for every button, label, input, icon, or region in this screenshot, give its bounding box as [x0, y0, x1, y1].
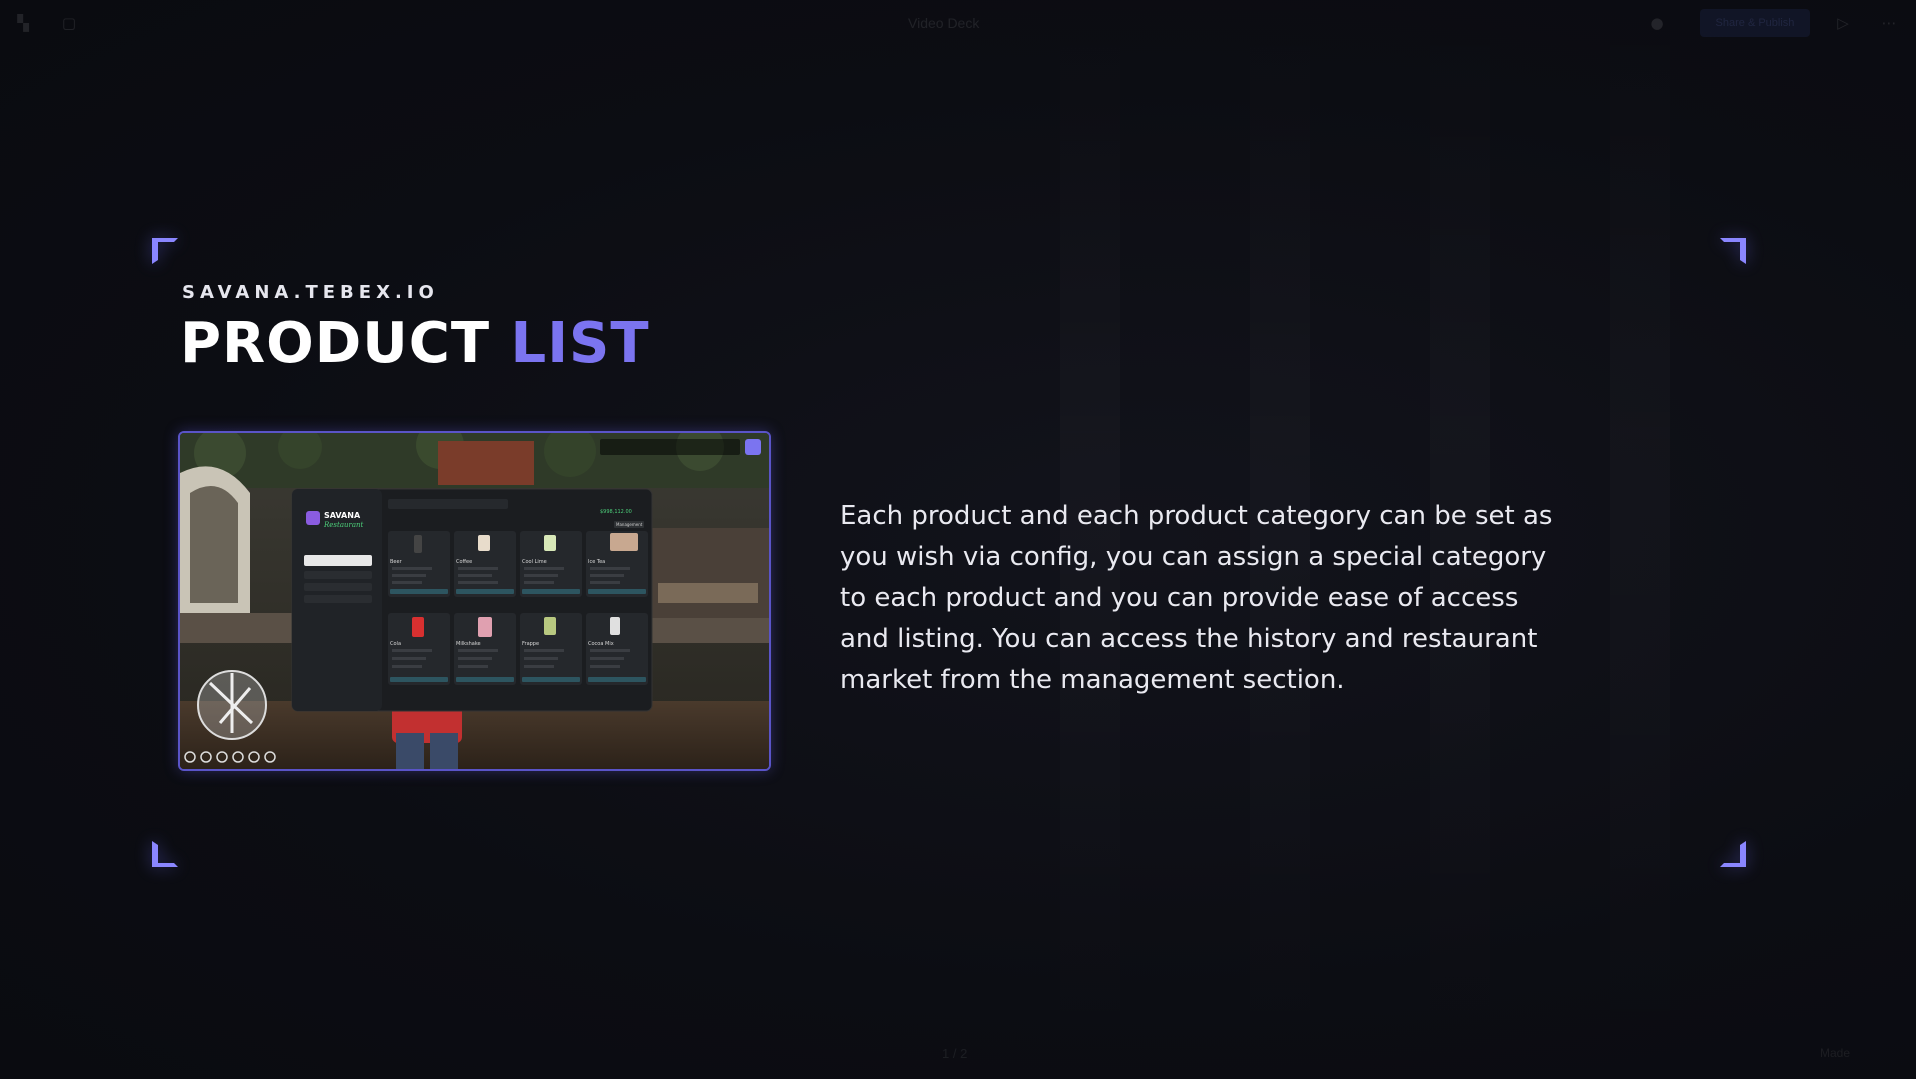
presentation-canvas: ▚ ▢ Video Deck ● Share & Publish ▷ ⋯ SAV… — [0, 0, 1916, 1079]
category-label: Cola — [390, 641, 401, 647]
avatar-icon[interactable]: ● — [1648, 14, 1666, 32]
background-streak — [1610, 0, 1670, 1079]
document-title[interactable]: Video Deck — [908, 15, 979, 31]
category-label: Beer — [390, 559, 403, 565]
corner-bracket-top-left — [152, 238, 178, 264]
brand-badge[interactable]: Made — [1820, 1046, 1850, 1060]
category-label: Ice Tea — [588, 559, 605, 565]
more-icon[interactable]: ⋯ — [1880, 14, 1898, 32]
product-list-screenshot: SAVANA Restaurant $998,112.00 Management — [178, 431, 771, 771]
category-label: Coffee — [456, 559, 472, 565]
title-main: PRODUCT — [180, 311, 491, 376]
share-button[interactable]: Share & Publish — [1700, 9, 1810, 37]
tablet-management: Management — [616, 522, 643, 527]
category-label: Milkshake — [456, 641, 481, 647]
panel-toggle-icon[interactable]: ▢ — [60, 14, 78, 32]
tablet-logo-line1: SAVANA — [324, 511, 361, 520]
category-label: Cocoa Mix — [588, 641, 614, 647]
corner-bracket-top-right — [1720, 238, 1746, 264]
title-accent: LIST — [510, 311, 650, 376]
top-toolbar: ▚ ▢ Video Deck ● Share & Publish ▷ ⋯ — [0, 0, 1916, 48]
category-label: Frappe — [522, 641, 539, 647]
present-icon[interactable]: ▷ — [1834, 14, 1852, 32]
website-label: SAVANA.TEBEX.IO — [182, 282, 439, 303]
tablet-logo-line2: Restaurant — [323, 521, 364, 529]
tablet-balance: $998,112.00 — [600, 509, 632, 515]
slide-title: PRODUCT LIST — [180, 316, 650, 372]
corner-bracket-bottom-left — [152, 841, 178, 867]
slide-description: Each product and each product category c… — [840, 501, 1553, 695]
app-logo-icon[interactable]: ▚ — [14, 14, 32, 32]
category-label: Cool Lime — [522, 559, 547, 565]
corner-bracket-bottom-right — [1720, 841, 1746, 867]
game-scene-image: SAVANA Restaurant $998,112.00 Management — [180, 433, 769, 769]
page-indicator[interactable]: 1 / 2 — [942, 1046, 967, 1061]
